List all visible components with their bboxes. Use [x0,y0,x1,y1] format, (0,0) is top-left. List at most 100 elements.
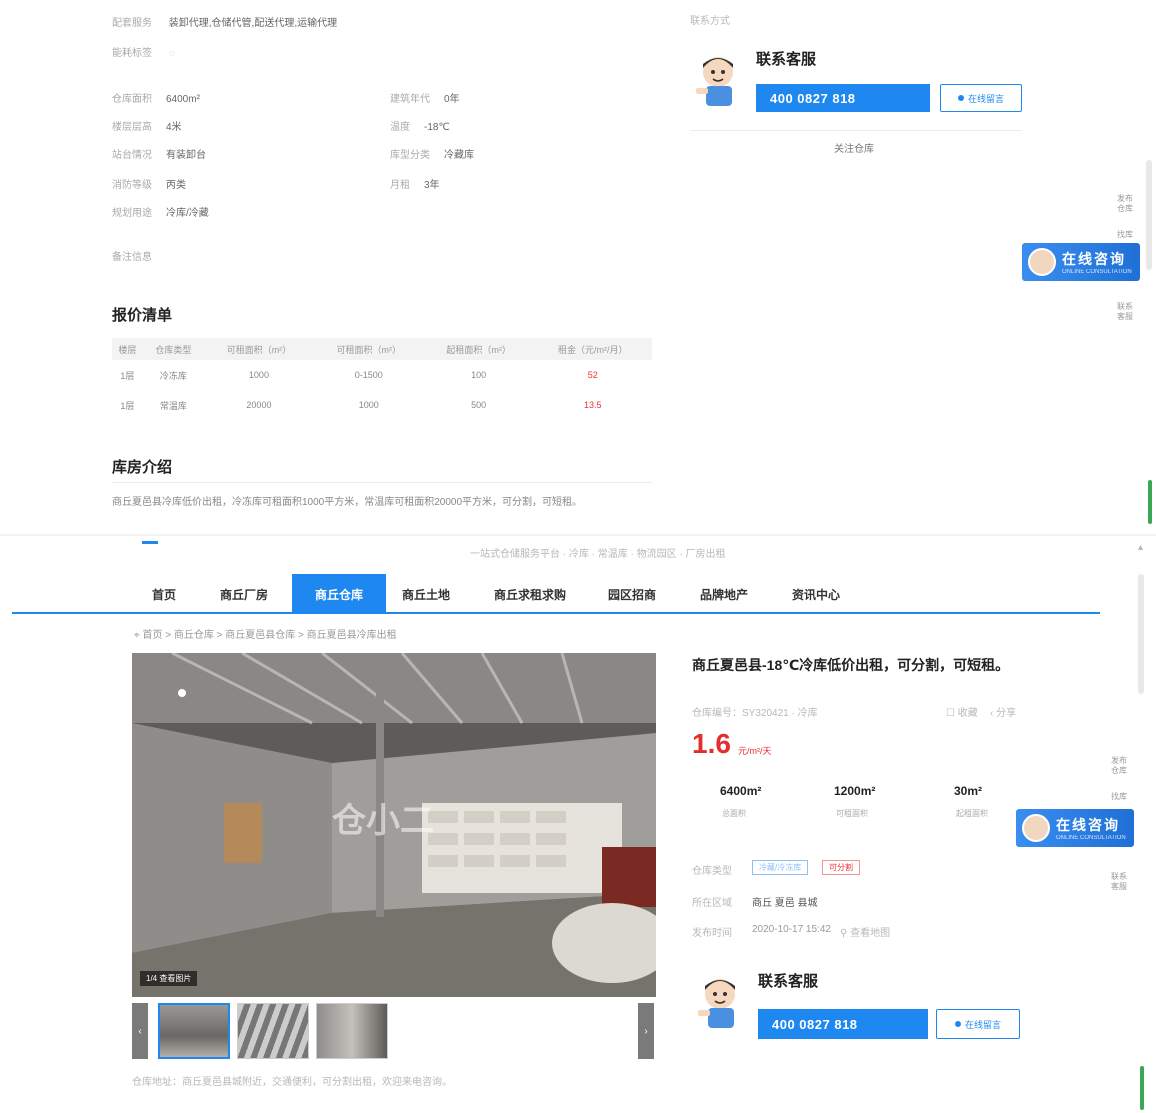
share-button[interactable]: ‹ 分享 [990,704,1016,719]
stat-value: 1200m² [834,784,876,798]
info-label: 月租 [390,180,410,191]
info-label: 消防等级 [112,180,152,191]
stat-label: 可租面积 [836,809,868,818]
footer-note: 仓库地址：商丘夏邑县城附近，交通便利，可分割出租，欢迎来电咨询。 [132,1077,452,1088]
table-row: 1层 冷冻库 1000 0-1500 100 52 [112,360,652,390]
quote-header-cell: 楼层 [112,338,143,360]
detail-value-area: 商丘 夏邑 县城 [752,898,818,909]
quote-cell: 常温库 [159,400,187,411]
consult-label: 在线咨询 [1062,251,1126,267]
stat-label: 总面积 [722,809,746,818]
detail-label-time: 发布时间 [692,928,732,939]
phone-button[interactable]: 400 0827 818 [756,84,930,112]
message-button-bottom[interactable]: 在线留言 [936,1009,1020,1039]
quote-header-cell: 仓库类型 [142,338,205,360]
consult-sub-bottom: ONLINE CONSULTATION [1056,835,1126,841]
energy-label: 能耗标签 [112,48,152,59]
fav-button[interactable]: ☐ 收藏 [946,704,978,719]
nav-item[interactable]: 商丘厂房 [220,574,270,614]
info-value: 冷藏库 [444,150,474,161]
gallery-thumb-2[interactable] [237,1003,309,1059]
quote-title: 报价清单 [112,307,173,324]
message-button-label: 在线留言 [967,93,1004,104]
side-item-find-bottom[interactable]: 找库 [1110,792,1128,802]
info-value: 丙类 [166,180,186,191]
nav-item[interactable]: 品牌地产 [700,574,760,614]
side-item-find[interactable]: 找库 [1116,230,1134,240]
info-value: 3年 [424,180,440,191]
online-consult-float-bottom[interactable]: 在线咨询 ONLINE CONSULTATION [1016,809,1134,847]
info-row-right: 月租 3年 [390,176,440,191]
info-label: 库型分类 [390,150,430,161]
side-item-publish-bottom[interactable]: 发布仓库 [1110,756,1128,776]
service-value: 装卸代理,仓储代管,配送代理,运输代理 [168,18,338,29]
info-row-right: 建筑年代 0年 [390,90,460,105]
info-row: 仓库面积 6400m² [112,90,200,105]
scrollbar-bottom[interactable] [1138,574,1144,694]
consultant-face-icon-bottom [1022,814,1050,842]
gallery-next-arrow[interactable]: › [638,1003,654,1059]
follow-link[interactable]: 关注仓库 [834,140,874,155]
breadcrumb-text[interactable]: 首页 > 商丘仓库 > 商丘夏邑县仓库 > 商丘夏邑县冷库出租 [142,630,396,641]
info-value: -18℃ [424,122,450,133]
consult-label-bottom: 在线咨询 [1056,817,1120,833]
info-row-right: 库型分类 冷藏库 [390,146,474,161]
stat-value: 6400m² [720,784,762,798]
message-button[interactable]: 在线留言 [940,84,1022,112]
nav-item[interactable]: 商丘求租求购 [494,574,594,614]
separator-accent [142,541,158,544]
gallery-thumb-3[interactable] [316,1003,388,1059]
nav-item[interactable]: 园区招商 [608,574,668,614]
info-row: 站台情况 有装卸台 [112,146,206,161]
quote-cell: 100 [471,370,487,380]
energy-row: 能耗标签 ◌ [112,44,175,59]
stat-label: 起租面积 [956,809,988,818]
consult-sub: ONLINE CONSULTATION [1062,269,1132,275]
nav-item[interactable]: 商丘仓库 [292,574,386,614]
quote-cell: 1000 [248,370,269,380]
contact-divider [690,130,1022,131]
map-link[interactable]: ⚲ 查看地图 [840,924,890,939]
scroll-thumb-top[interactable] [1148,480,1152,524]
intro-title: 库房介绍 [112,459,173,476]
quote-cell: 0-1500 [354,370,383,380]
side-item-publish[interactable]: 发布仓库 [1116,194,1134,214]
online-consult-float-top[interactable]: 在线咨询 ONLINE CONSULTATION [1022,243,1140,281]
info-row: 楼层层高 4米 [112,118,182,133]
scroll-up-icon[interactable]: ▴ [1138,542,1143,553]
phone-button-bottom[interactable]: 400 0827 818 [758,1009,928,1039]
gallery-thumb-1[interactable] [158,1003,230,1059]
service-label: 配套服务 [112,18,152,29]
scrollbar-top[interactable] [1146,160,1152,270]
message-icon [957,95,964,101]
info-label: 建筑年代 [390,94,430,105]
customer-service-avatar [696,57,733,106]
message-button-bottom-label: 在线留言 [964,1019,1001,1030]
info-label: 规划用途 [112,208,152,219]
nav-item[interactable]: 资讯中心 [792,574,852,614]
map-pin-icon: ⚲ [840,928,851,939]
info-row: 规划用途 冷库/冷藏 [112,204,209,219]
info-value: 0年 [444,94,460,105]
detail-tag-type: 冷藏/冷冻库 [752,860,809,875]
price-value: 1.6 [692,728,731,759]
image-badge: 1/4 查看图片 [140,971,198,986]
quote-cell: 500 [471,400,487,410]
detail-label-type: 仓库类型 [692,866,732,877]
info-value: 冷库/冷藏 [166,208,209,219]
remark-label: 备注信息 [112,252,152,263]
quote-cell: 20000 [246,400,272,410]
info-value: 6400m² [166,94,200,105]
side-item-service[interactable]: 联系客服 [1116,302,1134,322]
consultant-face-icon [1028,248,1056,276]
info-row: 消防等级 丙类 [112,176,186,191]
scroll-thumb-bottom[interactable] [1140,1066,1144,1110]
nav-item[interactable]: 首页 [152,574,202,614]
info-label: 楼层层高 [112,122,152,133]
side-item-service-bottom[interactable]: 联系客服 [1110,872,1128,892]
map-link-label: 查看地图 [850,928,891,939]
nav-item[interactable]: 商丘土地 [402,574,452,614]
main-photo[interactable]: 仓小二 1/4 查看图片 [132,653,656,997]
gallery-prev-arrow[interactable]: ‹ [132,1003,148,1059]
fav-label: 收藏 [957,708,978,719]
